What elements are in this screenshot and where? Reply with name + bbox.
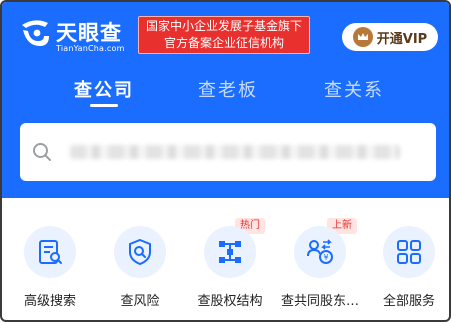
search-box[interactable]: [20, 123, 436, 181]
feature-label: 查风险: [120, 294, 160, 309]
feature-common-shareholder[interactable]: 上新 ¥ 查共同股东…: [275, 210, 365, 309]
feature-label: 查共同股东…: [280, 294, 359, 309]
risk-shield-icon: [129, 238, 151, 266]
feature-label: 全部服务: [382, 294, 435, 309]
advanced-search-icon: [39, 240, 62, 264]
feature-label: 查股权结构: [197, 294, 263, 309]
brand-logo: 天眼查 TianYanCha.com: [18, 16, 142, 56]
tab-relation[interactable]: 查关系: [294, 76, 414, 102]
app-frame: 天眼查 TianYanCha.com 国家中小企业发展子基金旗下 官方备案企业征…: [0, 0, 451, 322]
hero-section: 天眼查 TianYanCha.com 国家中小企业发展子基金旗下 官方备案企业征…: [2, 2, 449, 198]
official-notice-badge: 国家中小企业发展子基金旗下 官方备案企业征信机构: [138, 16, 310, 54]
search-icon: [33, 143, 51, 161]
search-mode-tabs: 查公司 查老板 查关系: [2, 76, 449, 112]
feature-shortcuts: 高级搜索 查风险 热门 查股权结构 上新 ¥ 查共同股东… 全部服务: [2, 210, 449, 310]
svg-text:¥: ¥: [323, 253, 328, 262]
tab-boss[interactable]: 查老板: [168, 76, 288, 102]
feature-equity-structure[interactable]: 热门 查股权结构: [185, 210, 275, 309]
all-services-icon: [397, 240, 421, 264]
feature-all-services[interactable]: 全部服务: [364, 210, 449, 309]
tianyancha-logo-icon: [22, 20, 49, 46]
search-input[interactable]: [58, 137, 402, 169]
active-tab-indicator: [90, 104, 118, 107]
open-vip-button[interactable]: 开通VIP: [342, 23, 438, 51]
tab-company[interactable]: 查公司: [44, 76, 164, 102]
official-notice-line2: 官方备案企业征信机构: [163, 36, 284, 50]
brand-domain: TianYanCha.com: [56, 44, 125, 53]
open-vip-label: 开通VIP: [376, 31, 428, 47]
equity-structure-icon: [219, 241, 241, 263]
common-shareholder-icon: ¥: [307, 239, 333, 264]
feature-label: 高级搜索: [23, 294, 76, 309]
crown-icon: [352, 27, 373, 47]
official-notice-line1: 国家中小企业发展子基金旗下: [145, 19, 302, 33]
brand-name: 天眼查: [56, 21, 122, 45]
feature-risk[interactable]: 查风险: [95, 210, 185, 309]
feature-advanced-search[interactable]: 高级搜索: [5, 210, 95, 309]
